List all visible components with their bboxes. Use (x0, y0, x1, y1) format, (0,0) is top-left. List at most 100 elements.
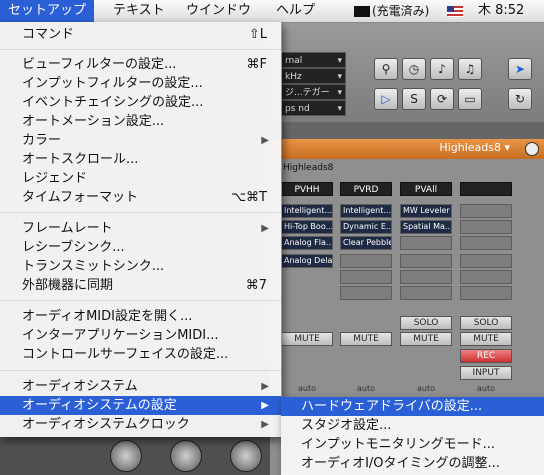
sample-rate-select[interactable]: kHz (280, 68, 346, 85)
menu-item-input-filter[interactable]: インプットフィルターの設定... (0, 74, 281, 93)
menu-item-label: コマンド (22, 27, 75, 42)
menu-item-inter-app-midi[interactable]: インターアプリケーションMIDI... (0, 326, 281, 345)
input-monitor-button[interactable]: INPUT (460, 366, 512, 380)
insert-slot-empty[interactable] (460, 220, 512, 234)
arrow-tool-icon[interactable]: ➤ (508, 58, 532, 80)
menu-item-label: オーディオシステム (22, 379, 138, 394)
metronome-icon[interactable]: ♪ (430, 58, 454, 80)
menu-item-label: レシーブシンク... (22, 240, 125, 255)
menu-item-time-format[interactable]: タイムフォーマット ⌥⌘T (0, 188, 281, 207)
insert-slot-empty[interactable] (460, 204, 512, 218)
solo-button[interactable]: SOLO (400, 316, 452, 330)
insert-slot[interactable]: Intelligent... (340, 204, 392, 218)
insert-slot[interactable]: Hi-Top Boo... (281, 220, 333, 234)
pin-icon[interactable]: ⚲ (374, 58, 398, 80)
ruler-icon[interactable]: ▭ (458, 88, 482, 110)
menu-item-transmit-sync[interactable]: トランスミットシンク... (0, 257, 281, 276)
menu-text[interactable]: テキスト (113, 0, 165, 22)
insert-slot-empty[interactable] (340, 270, 392, 284)
pan-knob[interactable] (230, 440, 262, 472)
menu-item-sync-external[interactable]: 外部機器に同期 ⌘7 (0, 276, 281, 295)
menu-help[interactable]: ヘルプ (276, 0, 315, 22)
pan-knob[interactable] (170, 440, 202, 472)
mute-button[interactable]: MUTE (281, 332, 333, 346)
submenu-item-hardware-driver[interactable]: ハードウェアドライバの設定... (281, 397, 544, 416)
insert-slot[interactable]: MW Leveler (400, 204, 452, 218)
submenu-arrow-icon: ▶ (261, 223, 269, 234)
insert-slot[interactable]: Analog Fla... (281, 236, 333, 250)
menu-item-audio-system[interactable]: オーディオシステム ▶ (0, 377, 281, 396)
menu-item-legend[interactable]: レジェンド (0, 169, 281, 188)
digital-format-select[interactable]: ジ...テガー (280, 84, 346, 101)
solo-toolbar-button[interactable]: S (402, 88, 426, 110)
mute-button[interactable]: MUTE (340, 332, 392, 346)
insert-slot-empty[interactable] (460, 254, 512, 268)
insert-slot-empty[interactable] (340, 286, 392, 300)
automation-label[interactable]: auto (400, 384, 452, 393)
menu-item-control-surface[interactable]: コントロールサーフェイスの設定... (0, 345, 281, 364)
automation-label[interactable]: auto (460, 384, 512, 393)
flag-icon[interactable] (447, 0, 463, 22)
menu-item-label: コントロールサーフェイスの設定... (22, 347, 229, 362)
menu-item-color[interactable]: カラー ▶ (0, 131, 281, 150)
loop-icon[interactable]: ↻ (508, 88, 532, 110)
menu-item-event-chasing[interactable]: イベントチェイシングの設定... (0, 93, 281, 112)
record-arrow-icon[interactable]: ▷ (374, 88, 398, 110)
menu-item-view-filter[interactable]: ビューフィルターの設定... ⌘F (0, 55, 281, 74)
automation-label[interactable]: auto (281, 384, 333, 393)
menu-item-audio-system-settings[interactable]: オーディオシステムの設定 ▶ (0, 396, 281, 415)
battery-icon[interactable] (354, 0, 370, 22)
clock-icon[interactable]: ◷ (402, 58, 426, 80)
automation-label[interactable]: auto (340, 384, 392, 393)
insert-slot-empty[interactable] (400, 270, 452, 284)
mute-button[interactable]: MUTE (400, 332, 452, 346)
insert-slot-empty[interactable] (460, 286, 512, 300)
menu-item-autoscroll[interactable]: オートスクロール... (0, 150, 281, 169)
menu-setup[interactable]: セットアップ (0, 0, 95, 22)
setup-menu: コマンド ⇧L ビューフィルターの設定... ⌘F インプットフィルターの設定.… (0, 22, 282, 437)
insert-slot[interactable]: Clear Pebble (340, 236, 392, 250)
menu-item-receive-sync[interactable]: レシーブシンク... (0, 238, 281, 257)
insert-slot-empty[interactable] (340, 254, 392, 268)
insert-slot-empty[interactable] (460, 236, 512, 250)
battery-status[interactable]: (充電済み) (372, 0, 429, 22)
record-enable-button[interactable]: REC (460, 349, 512, 363)
mixer-title[interactable]: Highleads8 ▾ (439, 141, 510, 154)
insert-slot[interactable]: Dynamic E... (340, 220, 392, 234)
insert-header[interactable]: PVHH (281, 182, 333, 196)
submenu-item-label: オーディオI/Oタイミングの調整... (301, 456, 500, 471)
insert-slot[interactable]: Analog Delay (281, 254, 333, 268)
mute-button[interactable]: MUTE (460, 332, 512, 346)
menu-window[interactable]: ウインドウ (186, 0, 251, 22)
insert-header[interactable]: PVRD (340, 182, 392, 196)
menu-item-label: インターアプリケーションMIDI... (22, 328, 219, 343)
submenu-item-studio-setup[interactable]: スタジオ設定... (281, 416, 544, 435)
menu-item-audio-system-clock[interactable]: オーディオシステムクロック ▶ (0, 415, 281, 434)
menu-item-audio-midi-setup[interactable]: オーディオMIDI設定を開く... (0, 307, 281, 326)
menu-item-label: オートメーション設定... (22, 114, 165, 129)
insert-slot[interactable]: Intelligent... (281, 204, 333, 218)
solo-button[interactable]: SOLO (460, 316, 512, 330)
mixer-options-icon[interactable] (525, 142, 539, 156)
frame-rate-select[interactable]: ps nd (280, 100, 346, 117)
note-icon[interactable]: ♫ (458, 58, 482, 80)
insert-slot[interactable]: Spatial Ma... (400, 220, 452, 234)
insert-header[interactable]: PVAll (400, 182, 452, 196)
menu-item-label: カラー (22, 133, 62, 148)
menu-item-label: イベントチェイシングの設定... (22, 95, 204, 110)
submenu-item-input-monitoring[interactable]: インプットモニタリングモード... (281, 435, 544, 454)
menu-clock[interactable]: 木 8:52 (478, 0, 524, 22)
menu-separator (0, 212, 281, 213)
insert-slot-empty[interactable] (400, 254, 452, 268)
submenu-item-io-timing[interactable]: オーディオI/Oタイミングの調整... (281, 454, 544, 473)
insert-header[interactable] (460, 182, 512, 196)
insert-slot-empty[interactable] (460, 270, 512, 284)
insert-slot-empty[interactable] (400, 236, 452, 250)
pan-knob[interactable] (110, 440, 142, 472)
sync-icon[interactable]: ⟳ (430, 88, 454, 110)
project-format-select[interactable]: rnal (280, 52, 346, 69)
menu-item-automation[interactable]: オートメーション設定... (0, 112, 281, 131)
menu-item-command[interactable]: コマンド ⇧L (0, 25, 281, 44)
menu-item-frame-rate[interactable]: フレームレート ▶ (0, 219, 281, 238)
insert-slot-empty[interactable] (400, 286, 452, 300)
